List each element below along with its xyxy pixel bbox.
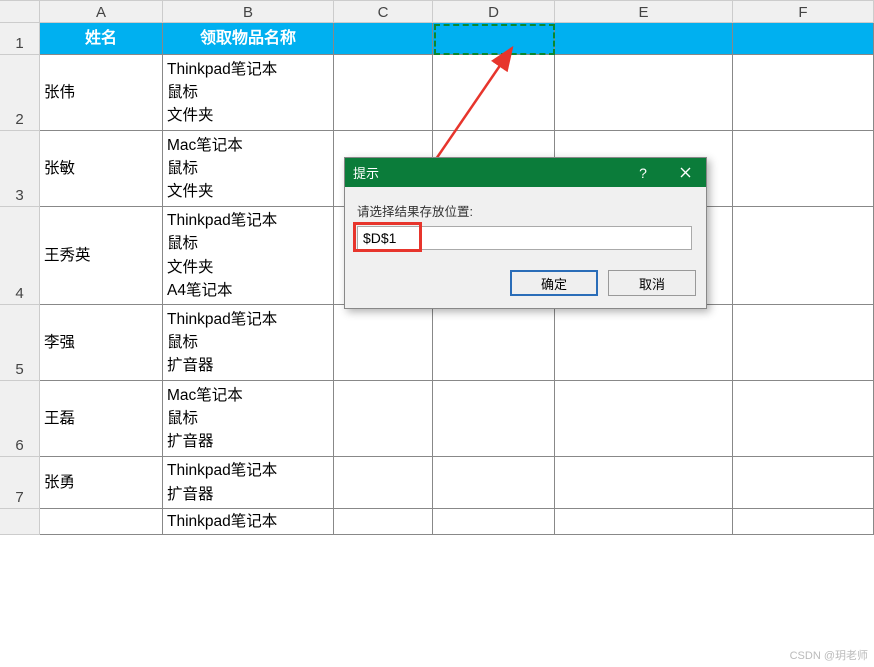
cell-c1[interactable]	[334, 23, 433, 55]
cell-empty[interactable]	[733, 457, 874, 509]
close-button[interactable]	[664, 158, 706, 187]
cell-items[interactable]: Mac笔记本 鼠标 文件夹	[163, 131, 334, 207]
prompt-dialog: 提示 ? 请选择结果存放位置: 确定 取消	[344, 157, 707, 309]
cell-f1[interactable]	[733, 23, 874, 55]
cell-name[interactable]: 张伟	[40, 55, 163, 131]
cell-name[interactable]: 李强	[40, 305, 163, 381]
cell-empty[interactable]	[433, 55, 555, 131]
row-header[interactable]: 4	[0, 207, 40, 305]
cell-empty[interactable]	[733, 207, 874, 305]
cell-items[interactable]: Thinkpad笔记本	[163, 509, 334, 535]
ok-button[interactable]: 确定	[510, 270, 598, 296]
row-header[interactable]	[0, 509, 40, 535]
col-header-f[interactable]: F	[733, 0, 874, 23]
col-header-a[interactable]: A	[40, 0, 163, 23]
cell-empty[interactable]	[334, 381, 433, 457]
cell-items[interactable]: Thinkpad笔记本 扩音器	[163, 457, 334, 509]
cell-empty[interactable]	[433, 305, 555, 381]
col-header-b[interactable]: B	[163, 0, 334, 23]
cell-empty[interactable]	[433, 381, 555, 457]
cell-name[interactable]: 张勇	[40, 457, 163, 509]
row-header[interactable]: 1	[0, 23, 40, 55]
cell-empty[interactable]	[555, 381, 733, 457]
cell-empty[interactable]	[733, 305, 874, 381]
cell-d1[interactable]	[433, 23, 555, 55]
row-header[interactable]: 7	[0, 457, 40, 509]
cell-empty[interactable]	[334, 305, 433, 381]
cell-items[interactable]: Thinkpad笔记本 鼠标 扩音器	[163, 305, 334, 381]
result-location-input[interactable]	[357, 226, 692, 250]
col-header-e[interactable]: E	[555, 0, 733, 23]
cell-empty[interactable]	[334, 55, 433, 131]
header-name[interactable]: 姓名	[40, 23, 163, 55]
cell-empty[interactable]	[334, 509, 433, 535]
dialog-label: 请选择结果存放位置:	[357, 201, 694, 220]
row-header[interactable]: 5	[0, 305, 40, 381]
cell-items[interactable]: Mac笔记本 鼠标 扩音器	[163, 381, 334, 457]
cell-name[interactable]: 王磊	[40, 381, 163, 457]
cell-empty[interactable]	[334, 457, 433, 509]
cell-name[interactable]: 张敏	[40, 131, 163, 207]
cell-empty[interactable]	[733, 55, 874, 131]
close-icon	[680, 167, 691, 178]
help-button[interactable]: ?	[622, 158, 664, 187]
cancel-button[interactable]: 取消	[608, 270, 696, 296]
watermark: CSDN @玥老师	[790, 647, 868, 663]
cell-empty[interactable]	[733, 381, 874, 457]
grid-corner[interactable]	[0, 0, 40, 23]
row-header[interactable]: 2	[0, 55, 40, 131]
cell-empty[interactable]	[555, 457, 733, 509]
cell-empty[interactable]	[733, 509, 874, 535]
header-items[interactable]: 领取物品名称	[163, 23, 334, 55]
cell-name[interactable]: 王秀英	[40, 207, 163, 305]
cell-e1[interactable]	[555, 23, 733, 55]
cell-empty[interactable]	[433, 457, 555, 509]
cell-empty[interactable]	[433, 509, 555, 535]
dialog-titlebar[interactable]: 提示 ?	[345, 158, 706, 187]
cell-empty[interactable]	[555, 305, 733, 381]
col-header-c[interactable]: C	[334, 0, 433, 23]
cell-name[interactable]	[40, 509, 163, 535]
dialog-title: 提示	[353, 163, 622, 182]
cell-empty[interactable]	[555, 55, 733, 131]
cell-items[interactable]: Thinkpad笔记本 鼠标 文件夹 A4笔记本	[163, 207, 334, 305]
row-header[interactable]: 6	[0, 381, 40, 457]
row-header[interactable]: 3	[0, 131, 40, 207]
cell-empty[interactable]	[733, 131, 874, 207]
cell-items[interactable]: Thinkpad笔记本 鼠标 文件夹	[163, 55, 334, 131]
cell-empty[interactable]	[555, 509, 733, 535]
col-header-d[interactable]: D	[433, 0, 555, 23]
